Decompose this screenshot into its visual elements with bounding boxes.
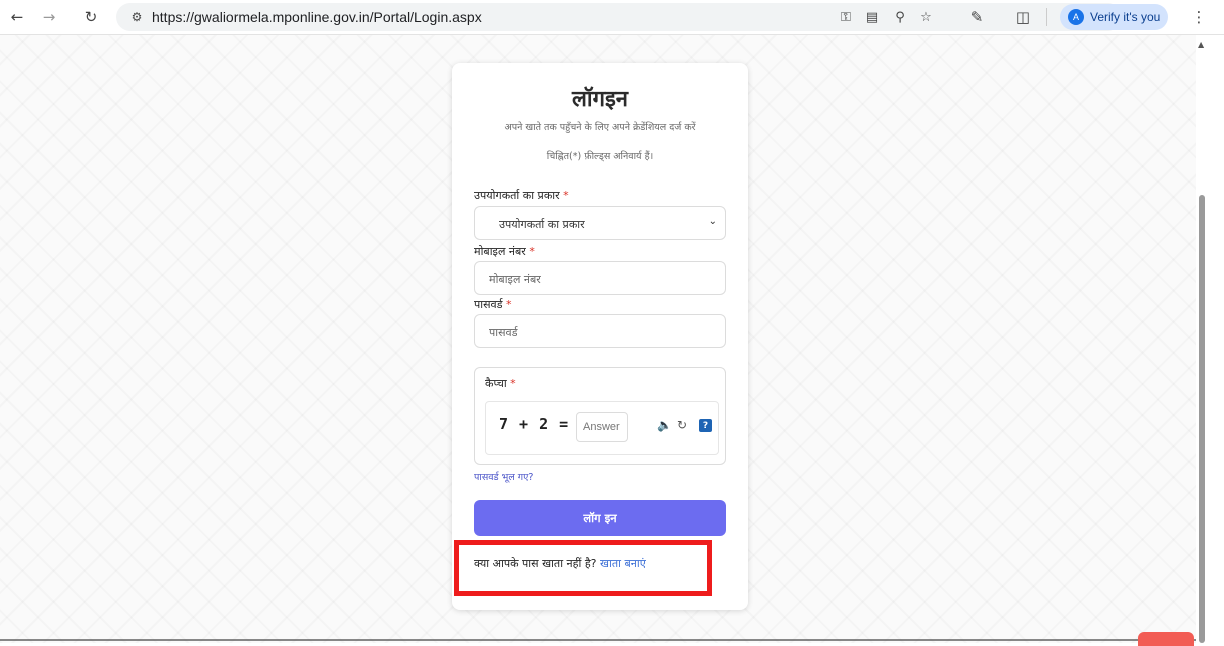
password-key-icon[interactable]: ⚿ xyxy=(836,7,856,27)
mobile-input[interactable]: मोबाइल नंबर xyxy=(474,261,726,295)
reload-icon[interactable]: ↻ xyxy=(80,6,102,28)
toolbar-divider xyxy=(1046,8,1047,26)
login-subtitle: अपने खाते तक पहुँचने के लिए अपने क्रेडें… xyxy=(504,122,696,133)
highlight-box xyxy=(454,540,712,596)
forgot-password-link[interactable]: पासवर्ड भूल गए? xyxy=(474,470,533,483)
page-bottom-line xyxy=(0,639,1196,641)
floating-widget[interactable] xyxy=(1138,632,1194,646)
site-info-icon[interactable]: ⚙ xyxy=(126,7,148,27)
mandatory-note: चिह्नित(*) फ़ील्ड्स अनिवार्य हैं। xyxy=(546,151,654,162)
browser-toolbar: ← → ↻ ⚙ https://gwaliormela.mponline.gov… xyxy=(0,0,1224,35)
forward-icon[interactable]: → xyxy=(38,6,60,28)
verify-profile-button[interactable]: A Verify it's you xyxy=(1060,4,1168,30)
captcha-widget: 7 + 2 = Answer 🔈 ↻ ? xyxy=(485,401,719,455)
verify-label: Verify it's you xyxy=(1090,10,1161,24)
url-text[interactable]: https://gwaliormela.mponline.gov.in/Port… xyxy=(152,9,482,25)
menu-kebab-icon[interactable]: ⋮ xyxy=(1188,6,1210,28)
captcha-answer-placeholder: Answer xyxy=(583,421,620,433)
user-type-label: उपयोगकर्ता का प्रकार * xyxy=(474,189,569,202)
password-input[interactable]: पासवर्ड xyxy=(474,314,726,348)
mobile-label: मोबाइल नंबर * xyxy=(474,245,535,258)
password-placeholder: पासवर्ड xyxy=(489,326,518,339)
login-card: लॉगइन अपने खाते तक पहुँचने के लिए अपने क… xyxy=(452,63,748,610)
page-title: लॉगइन xyxy=(571,87,628,112)
password-label: पासवर्ड * xyxy=(474,298,512,311)
captcha-section: कैप्चा * 7 + 2 = Answer 🔈 ↻ ? xyxy=(474,367,726,465)
chevron-down-icon: ⌄ xyxy=(708,216,717,227)
extensions-icon[interactable]: ◫ xyxy=(1012,6,1034,28)
audio-captcha-icon[interactable]: 🔈 xyxy=(657,418,672,432)
refresh-captcha-icon[interactable]: ↻ xyxy=(677,418,687,432)
user-type-selected: उपयोगकर्ता का प्रकार xyxy=(499,218,585,231)
back-icon[interactable]: ← xyxy=(6,6,28,28)
captcha-equation: 7 + 2 = xyxy=(499,415,570,433)
captcha-help-icon[interactable]: ? xyxy=(699,419,712,432)
pen-icon[interactable]: ✎ xyxy=(966,6,988,28)
login-button[interactable]: लॉग इन xyxy=(474,500,726,536)
captcha-label: कैप्चा * xyxy=(485,377,516,390)
translate-icon[interactable]: ▤ xyxy=(862,7,882,27)
profile-avatar-icon: A xyxy=(1068,9,1084,25)
zoom-icon[interactable]: ⚲ xyxy=(890,7,910,27)
bookmark-star-icon[interactable]: ☆ xyxy=(916,7,936,27)
scroll-up-icon[interactable]: ▲ xyxy=(1198,40,1204,49)
captcha-answer-input[interactable]: Answer xyxy=(576,412,628,442)
scrollbar-thumb[interactable] xyxy=(1199,195,1205,643)
user-type-select[interactable]: उपयोगकर्ता का प्रकार ⌄ xyxy=(474,206,726,240)
mobile-placeholder: मोबाइल नंबर xyxy=(489,273,541,286)
